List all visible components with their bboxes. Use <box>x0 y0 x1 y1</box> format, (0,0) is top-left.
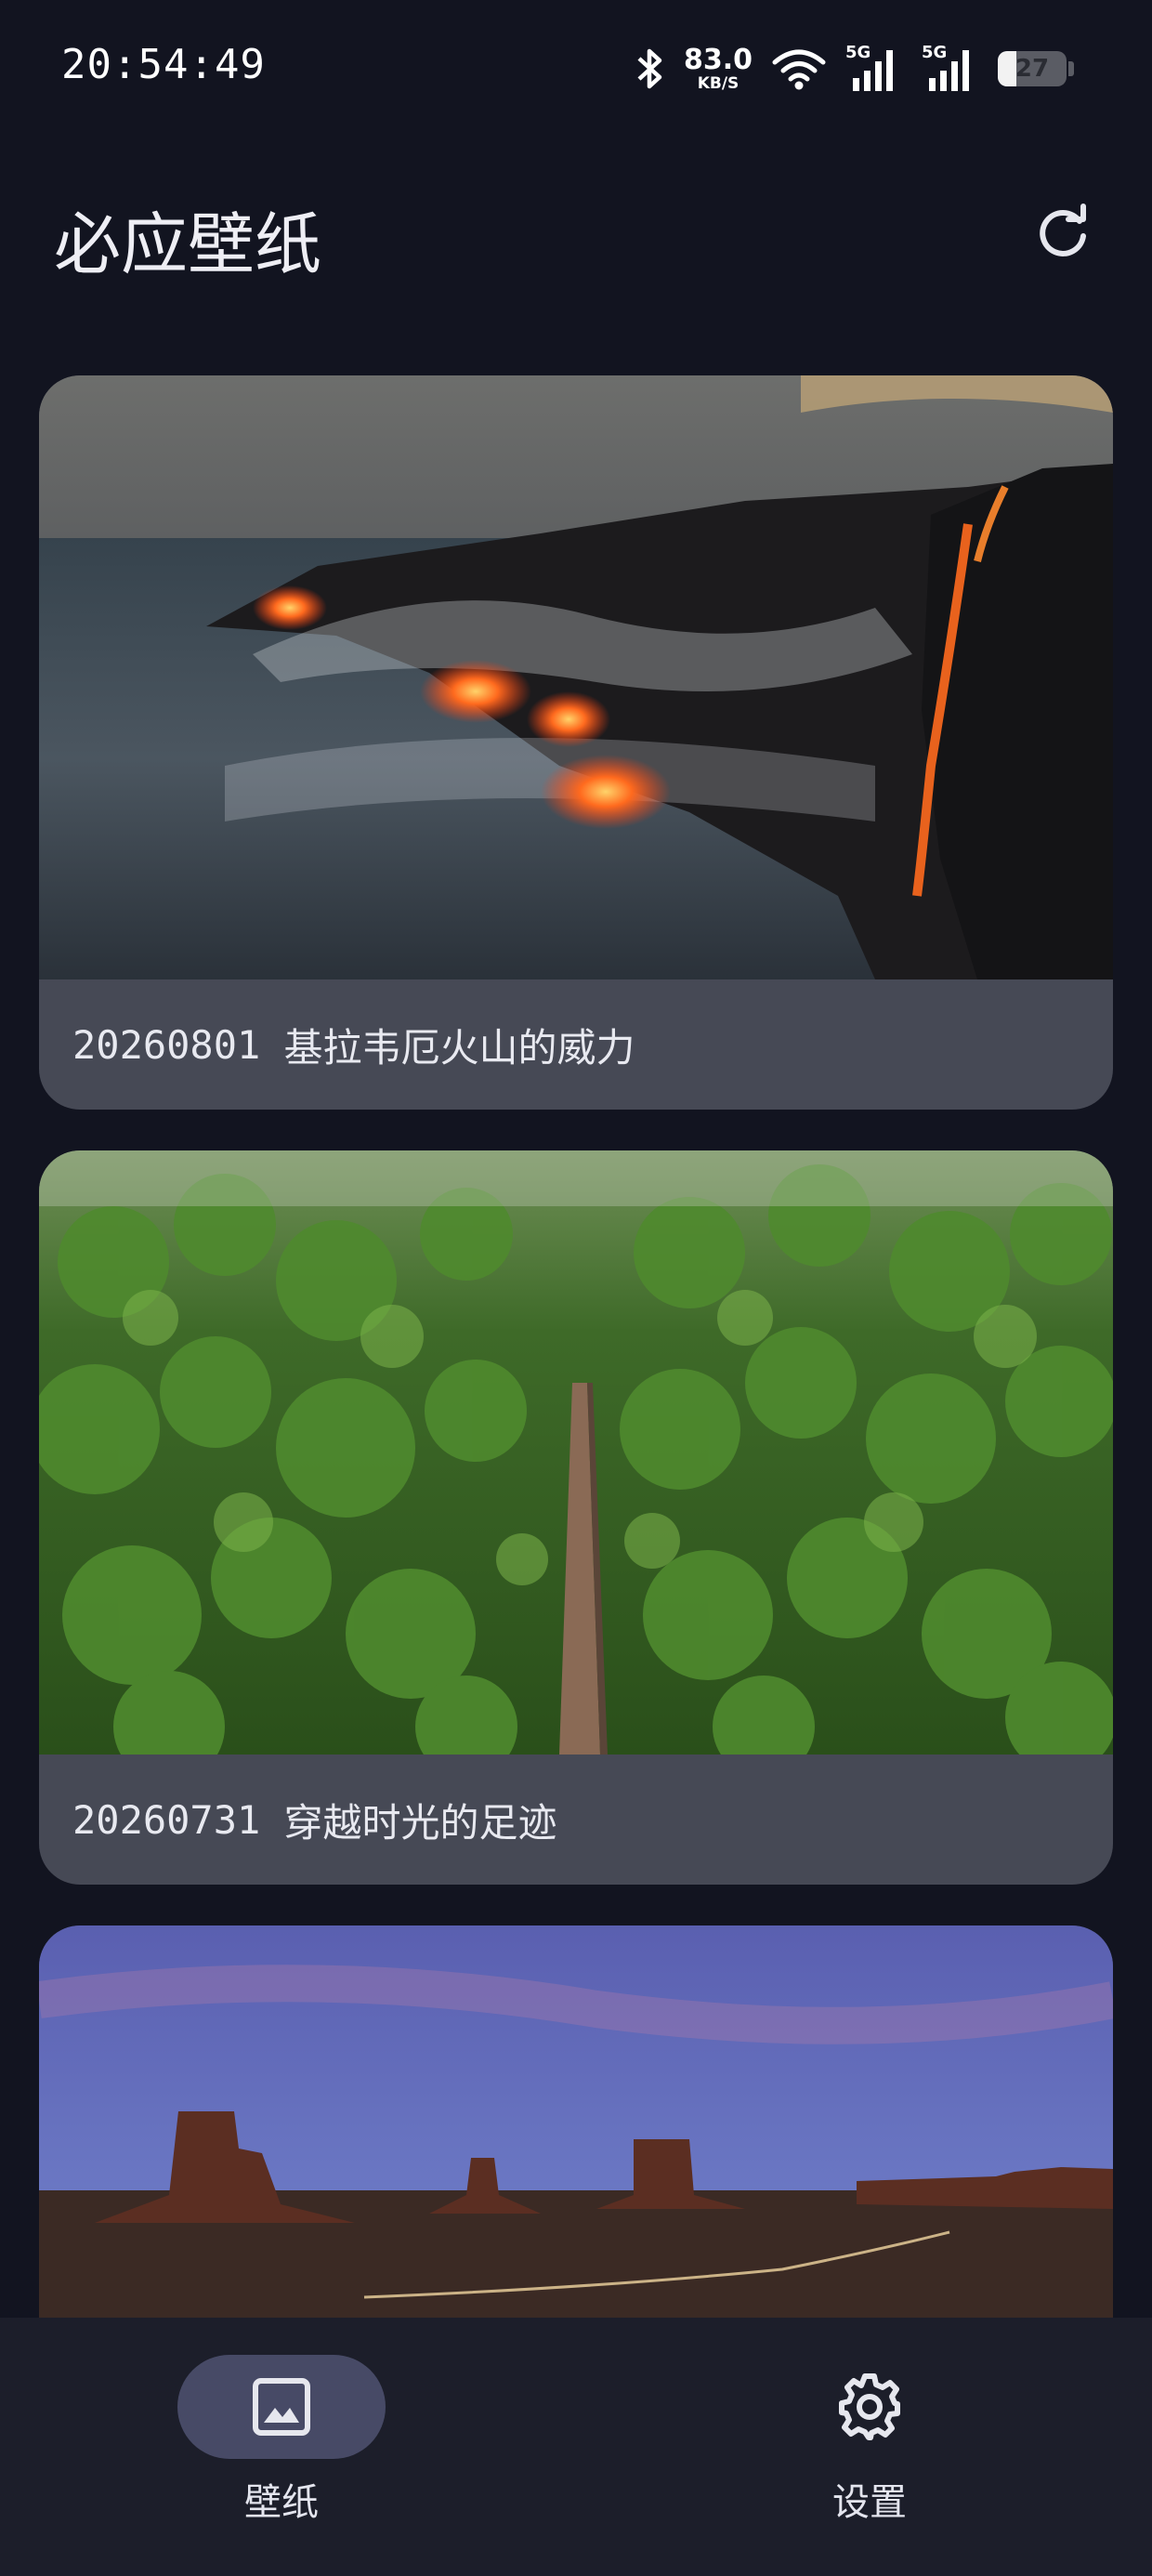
battery-icon: 27 <box>998 51 1067 86</box>
battery-cap <box>1068 61 1074 76</box>
wallpaper-title: 基拉韦厄火山的威力 <box>283 1024 635 1071</box>
nav-icon-container <box>766 2355 974 2459</box>
gear-icon <box>839 2373 900 2440</box>
nav-active-indicator <box>177 2355 386 2459</box>
wallpaper-image[interactable] <box>39 375 1113 979</box>
app-header: 必应壁纸 <box>0 177 1152 297</box>
wallpaper-card[interactable] <box>39 1925 1113 2318</box>
wallpaper-card[interactable]: 20260801 基拉韦厄火山的威力 <box>39 375 1113 1110</box>
nav-label-settings: 设置 <box>832 2481 907 2524</box>
network-speed-value: 83.0 <box>683 43 753 76</box>
refresh-button[interactable] <box>1026 195 1100 269</box>
refresh-icon <box>1040 204 1086 256</box>
wifi-icon <box>771 47 827 90</box>
wallpaper-title: 穿越时光的足迹 <box>283 1799 557 1846</box>
wallpaper-image[interactable] <box>39 1925 1113 2318</box>
nav-label-wallpaper: 壁纸 <box>244 2481 319 2524</box>
network-speed-unit: KB/S <box>697 73 740 93</box>
status-icons: 83.0 KB/S 5G 5G 27 <box>634 41 1074 97</box>
page-title: 必应壁纸 <box>54 205 322 283</box>
nav-item-wallpaper[interactable]: 壁纸 <box>170 2355 393 2541</box>
network-speed: 83.0 KB/S <box>684 46 753 92</box>
status-time: 20:54:49 <box>61 41 266 88</box>
wallpaper-caption: 20260801 基拉韦厄火山的威力 <box>39 979 1113 1110</box>
bluetooth-icon <box>634 46 665 92</box>
cell-signal-icon: 5G <box>922 43 979 93</box>
wallpaper-date: 20260731 <box>72 1796 261 1843</box>
wallpaper-date: 20260801 <box>72 1021 261 1068</box>
wallpaper-image[interactable] <box>39 1150 1113 1755</box>
cell-signal-icon: 5G <box>845 43 903 93</box>
battery-fill <box>998 51 1016 86</box>
wallpaper-caption: 20260731 穿越时光的足迹 <box>39 1755 1113 1885</box>
nav-item-settings[interactable]: 设置 <box>758 2355 981 2541</box>
bottom-navigation: 壁纸 设置 <box>0 2318 1152 2576</box>
wallpaper-card[interactable]: 20260731 穿越时光的足迹 <box>39 1150 1113 1885</box>
image-icon <box>253 2378 310 2436</box>
status-bar: 20:54:49 83.0 KB/S 5G 5G 27 <box>0 0 1152 139</box>
battery-level: 27 <box>1015 55 1050 83</box>
wallpaper-list[interactable]: 20260801 基拉韦厄火山的威力 20260731 穿越时光的足迹 <box>39 375 1113 2318</box>
